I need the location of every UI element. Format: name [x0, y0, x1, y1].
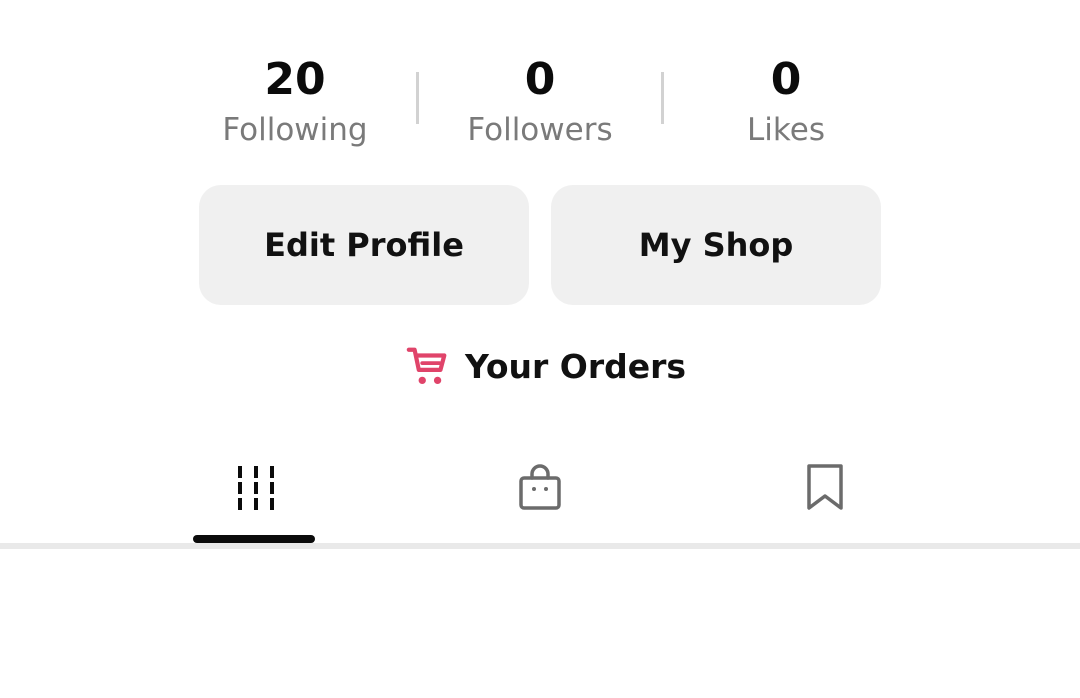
- stat-following[interactable]: 20 Following: [175, 52, 415, 152]
- grid-icon: [238, 466, 274, 510]
- edit-profile-button[interactable]: Edit Profile: [199, 185, 529, 305]
- followers-label: Followers: [467, 112, 613, 148]
- your-orders-label: Your Orders: [465, 346, 687, 386]
- following-count: 20: [264, 54, 326, 105]
- my-shop-button[interactable]: My Shop: [551, 185, 881, 305]
- stat-divider: [661, 72, 664, 124]
- shopping-bag-icon: [519, 464, 561, 510]
- followers-count: 0: [524, 54, 556, 105]
- likes-count: 0: [770, 54, 802, 105]
- profile-tabs: [0, 440, 1080, 544]
- active-tab-indicator: [193, 535, 315, 543]
- likes-label: Likes: [747, 112, 825, 148]
- stat-likes[interactable]: 0 Likes: [666, 52, 906, 152]
- stat-followers[interactable]: 0 Followers: [420, 52, 660, 152]
- profile-stats: 20 Following 0 Followers 0 Likes: [0, 52, 1080, 162]
- stat-divider: [416, 72, 419, 124]
- tab-saved[interactable]: [645, 440, 1005, 544]
- tabs-divider: [0, 543, 1080, 549]
- cart-icon: [406, 347, 447, 385]
- bookmark-icon: [807, 464, 843, 510]
- following-label: Following: [222, 112, 368, 148]
- your-orders-link[interactable]: Your Orders: [405, 338, 686, 394]
